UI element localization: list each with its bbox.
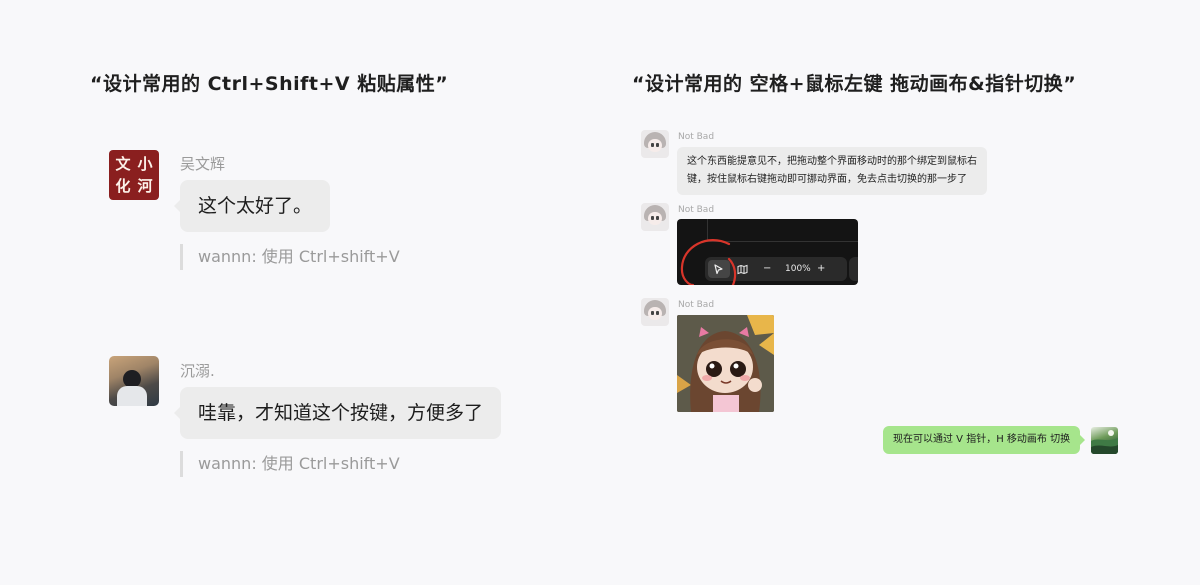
sender-name: Not Bad [678, 132, 715, 142]
avatar-figure-body [117, 386, 147, 406]
screenshot-image[interactable]: − 100% + [677, 219, 858, 285]
left-section-title: “设计常用的 Ctrl+Shift+V 粘贴属性” [90, 73, 449, 95]
right-section-title: “设计常用的 空格+鼠标左键 拖动画布&指针切换” [632, 73, 1077, 95]
avatar-eye [656, 311, 659, 315]
avatar-eye [651, 311, 654, 315]
sender-name: Not Bad [678, 205, 715, 215]
sent-message-bubble[interactable]: 现在可以通过 V 指针，H 移动画布 切换 [883, 426, 1086, 454]
message-line: 这个东西能提意见不，把拖动整个界面移动时的那个绑定到鼠标右 [687, 156, 977, 167]
plush-doll-sticker [677, 315, 774, 412]
sender-name: Not Bad [678, 300, 715, 310]
seal-char: 化 [115, 177, 131, 195]
avatar-seal[interactable]: 文 小 化 河 [109, 150, 159, 200]
seal-char: 文 [115, 155, 131, 173]
sticker-image[interactable] [677, 315, 774, 412]
avatar-anime[interactable] [641, 203, 669, 231]
avatar-eye [656, 216, 659, 220]
avatar-eye [651, 143, 654, 147]
sender-name: 吴文辉 [180, 155, 226, 173]
red-annotation-circle [680, 239, 737, 285]
message-line: 键，按住鼠标右键拖动即可挪动界面，免去点击切换的那一步了 [687, 174, 967, 185]
avatar-photo[interactable] [109, 356, 159, 406]
avatar-eye [651, 216, 654, 220]
sender-name: 沉溺. [180, 362, 215, 380]
landscape-avatar-image [1091, 430, 1118, 454]
seal-char: 小 [137, 155, 153, 173]
quoted-message[interactable]: wannn: 使用 Ctrl+shift+V [180, 244, 400, 270]
avatar-anime[interactable] [641, 298, 669, 326]
avatar-anime[interactable] [641, 130, 669, 158]
message-bubble[interactable]: 哇靠，才知道这个按键，方便多了 [173, 387, 502, 439]
message-bubble[interactable]: 这个东西能提意见不，把拖动整个界面移动时的那个绑定到鼠标右 键，按住鼠标右键拖动… [677, 147, 987, 195]
avatar-eye [656, 143, 659, 147]
quoted-message[interactable]: wannn: 使用 Ctrl+shift+V [180, 451, 400, 477]
avatar-self[interactable] [1091, 427, 1118, 454]
message-bubble[interactable]: 这个太好了。 [173, 180, 331, 232]
seal-char: 河 [137, 177, 153, 195]
